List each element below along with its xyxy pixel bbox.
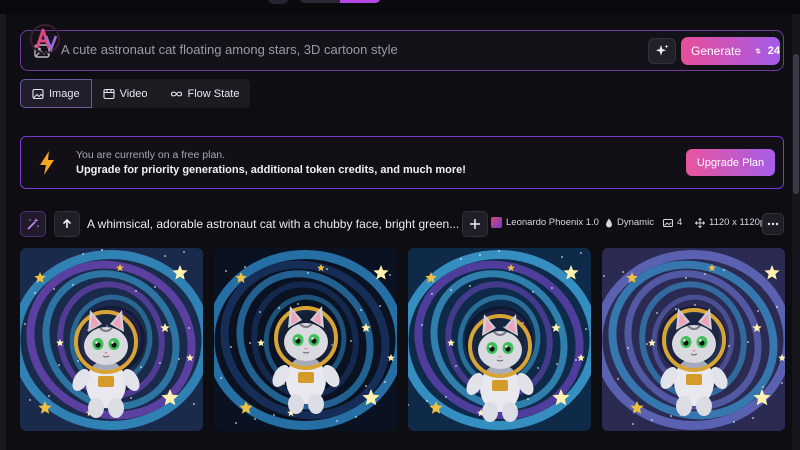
upgrade-plan-button[interactable]: Upgrade Plan — [686, 149, 775, 176]
resolution: 1120 x 1120px — [709, 217, 770, 228]
more-options-button[interactable] — [762, 213, 784, 235]
mode-tabs: Image Video Flow State — [20, 79, 251, 108]
token-icon — [755, 48, 761, 54]
generated-image-1[interactable] — [20, 248, 203, 431]
style-name: Dynamic — [617, 217, 654, 228]
tab-video-label: Video — [119, 87, 148, 100]
generate-button[interactable]: Generate 24 — [681, 37, 780, 65]
resize-arrows-icon — [695, 217, 705, 228]
tab-image[interactable]: Image — [20, 79, 92, 108]
ellipsis-icon — [767, 222, 779, 226]
top-segment-control[interactable] — [300, 0, 380, 3]
lightning-bolt-icon — [40, 151, 54, 175]
magic-wand-button[interactable] — [20, 211, 46, 237]
top-toggle[interactable] — [268, 0, 288, 4]
token-cost: 24 — [767, 45, 780, 57]
generate-label: Generate — [691, 44, 742, 58]
resolution-info: 1120 x 1120px — [695, 217, 770, 228]
plan-status-text: You are currently on a free plan. — [76, 149, 226, 161]
generated-image-4[interactable] — [602, 248, 785, 431]
scroll-up-button[interactable] — [54, 211, 80, 237]
prompt-input[interactable]: A cute astronaut cat floating among star… — [61, 42, 398, 57]
plus-icon — [470, 219, 480, 229]
infinity-icon — [170, 91, 182, 96]
sparkle-icon — [656, 44, 669, 56]
generated-image-3[interactable] — [408, 248, 591, 431]
tab-video[interactable]: Video — [91, 79, 159, 108]
upgrade-banner: You are currently on a free plan. Upgrad… — [20, 136, 784, 189]
tab-image-label: Image — [49, 87, 80, 100]
prompt-input-box[interactable]: A cute astronaut cat floating among star… — [20, 30, 784, 71]
video-icon — [103, 88, 115, 99]
scrollbar-thumb[interactable] — [793, 54, 799, 194]
prompt-enhance-button[interactable] — [648, 38, 676, 64]
app-logo — [30, 24, 60, 54]
left-scrollbar[interactable] — [0, 14, 6, 450]
top-bar — [0, 0, 800, 14]
image-count-info: 4 — [663, 217, 682, 228]
tab-flow-state[interactable]: Flow State — [158, 79, 251, 108]
image-grid — [20, 248, 785, 431]
drop-icon — [606, 218, 612, 227]
model-info: Leonardo Phoenix 1.0 — [491, 217, 599, 228]
arrow-up-icon — [62, 218, 72, 228]
magic-wand-icon — [27, 218, 39, 230]
upgrade-pitch-text: Upgrade for priority generations, additi… — [76, 164, 466, 176]
style-info: Dynamic — [605, 217, 654, 228]
right-scrollbar[interactable] — [792, 14, 800, 450]
images-icon — [663, 218, 673, 227]
generation-prompt: A whimsical, adorable astronaut cat with… — [87, 217, 460, 231]
model-name: Leonardo Phoenix 1.0 — [506, 217, 599, 228]
add-button[interactable] — [462, 211, 488, 237]
image-count: 4 — [677, 217, 683, 228]
model-thumbnail-icon — [491, 217, 502, 228]
image-icon — [32, 88, 44, 99]
tab-flow-state-label: Flow State — [187, 87, 240, 100]
generation-header: A whimsical, adorable astronaut cat with… — [20, 211, 784, 237]
generated-image-2[interactable] — [214, 248, 397, 431]
